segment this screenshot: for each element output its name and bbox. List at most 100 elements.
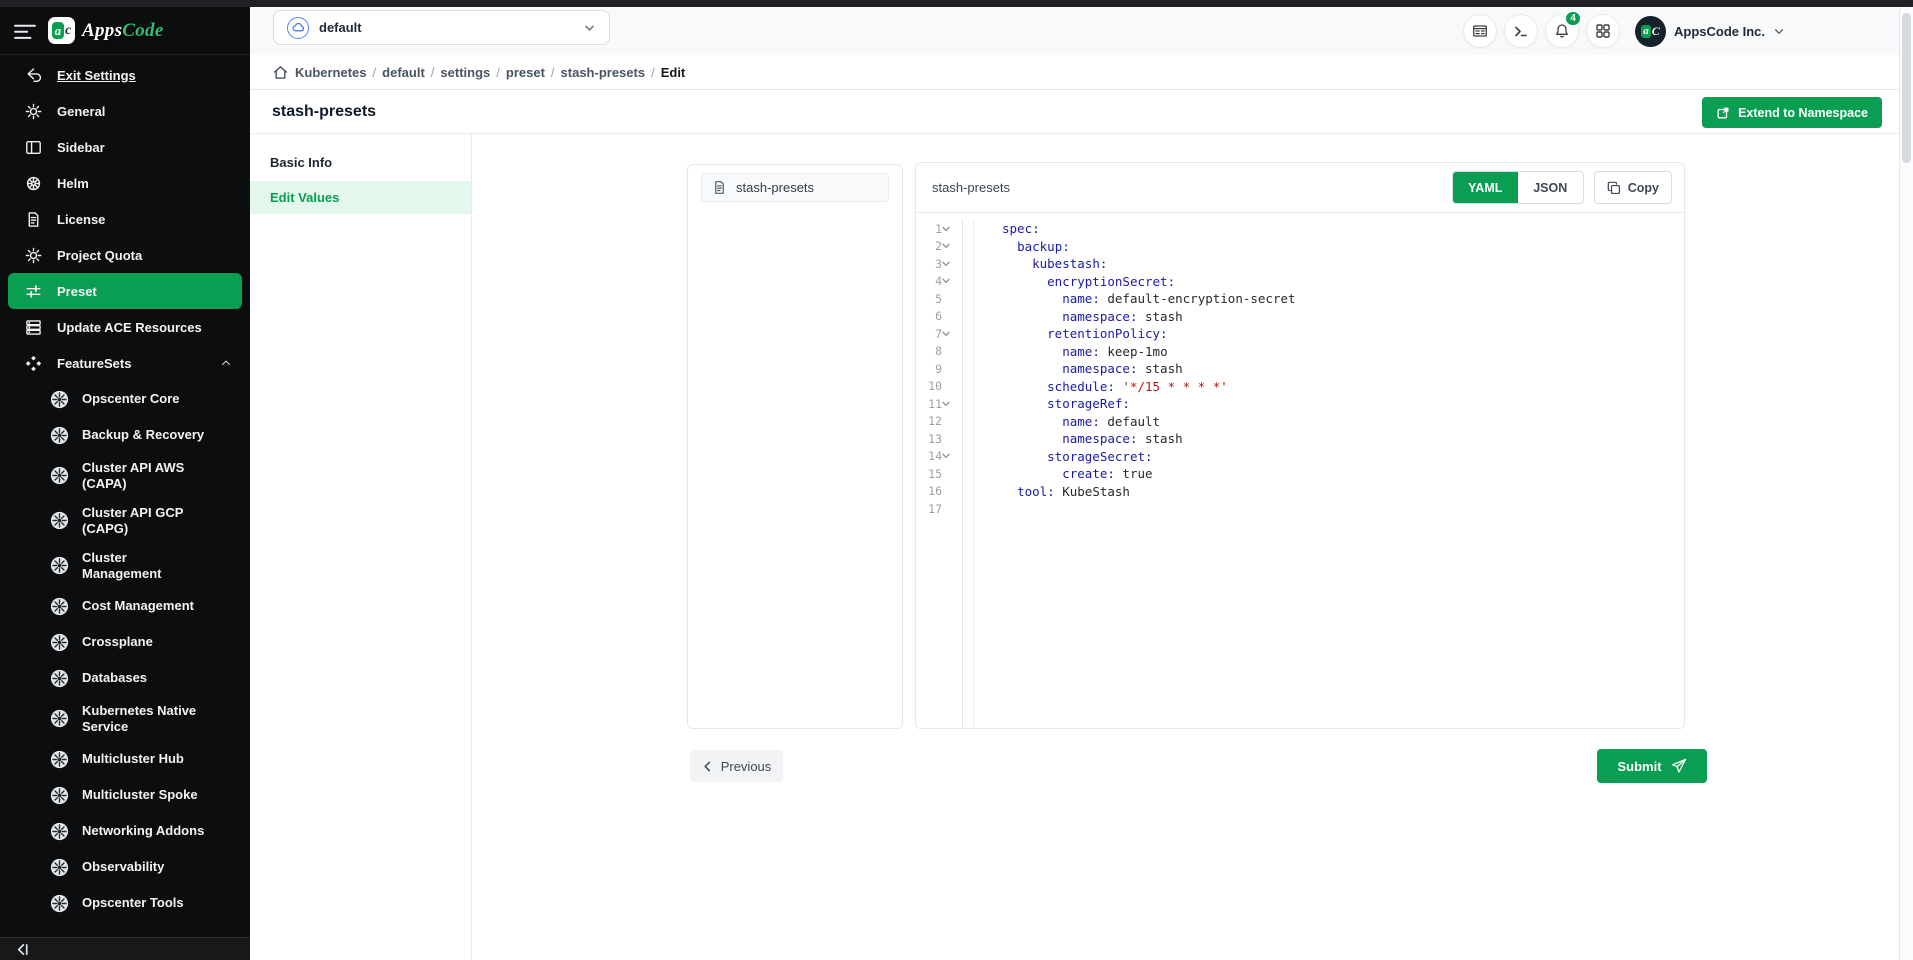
code-line[interactable]: retentionPolicy: — [1002, 325, 1684, 343]
sidebar-item-update-ace-resources[interactable]: Update ACE Resources — [8, 309, 242, 345]
code-line[interactable]: spec: — [1002, 220, 1684, 238]
copy-button[interactable]: Copy — [1594, 171, 1672, 204]
sidebar-item-sidebar[interactable]: Sidebar — [8, 129, 242, 165]
breadcrumb-item-settings[interactable]: settings — [440, 65, 490, 80]
breadcrumb-item-preset[interactable]: preset — [506, 65, 545, 80]
code-line[interactable]: namespace: stash — [1002, 430, 1684, 448]
fold-toggle-icon[interactable] — [942, 261, 958, 267]
tab-basic-info[interactable]: Basic Info — [250, 147, 471, 178]
code-line[interactable]: kubestash: — [1002, 255, 1684, 273]
featureset-item-backup-recovery[interactable]: Backup & Recovery — [0, 417, 250, 453]
fold-toggle-icon[interactable] — [942, 401, 958, 407]
featureset-item-observability[interactable]: Observability — [0, 849, 250, 885]
sidebar-item-helm[interactable]: Helm — [8, 165, 242, 201]
code-token: stash — [1137, 361, 1182, 376]
featureset-item-cost-management[interactable]: Cost Management — [0, 588, 250, 624]
file-item-stash-presets[interactable]: stash-presets — [701, 173, 889, 202]
editor-code-area[interactable]: spec: backup: kubestash: encryptionSecre… — [974, 220, 1684, 728]
breadcrumb-item-kubernetes[interactable]: Kubernetes — [295, 65, 367, 80]
code-token: backup: — [1017, 239, 1070, 254]
fold-toggle-icon[interactable] — [942, 331, 958, 337]
featureset-item-opscenter-core[interactable]: Opscenter Core — [0, 381, 250, 417]
apps-grid-button[interactable] — [1586, 14, 1620, 48]
fold-toggle-icon[interactable] — [942, 278, 958, 284]
sidebar-item-featuresets[interactable]: FeatureSets — [8, 345, 242, 381]
news-button[interactable] — [1463, 14, 1497, 48]
featureset-item-cluster-api-gcp-capg[interactable]: Cluster API GCP (CAPG) — [0, 498, 250, 543]
code-line[interactable]: schedule: '*/15 * * * *' — [1002, 378, 1684, 396]
code-line[interactable]: storageSecret: — [1002, 448, 1684, 466]
featureset-item-networking-addons[interactable]: Networking Addons — [0, 813, 250, 849]
sidebar-collapse-icon[interactable] — [15, 942, 30, 957]
sidebar-item-exit-settings[interactable]: Exit Settings — [8, 57, 242, 93]
chevron-down-icon — [583, 21, 596, 34]
code-token — [1002, 466, 1062, 481]
featureset-item-label: Networking Addons — [82, 823, 204, 839]
fold-toggle-icon[interactable] — [942, 243, 958, 249]
code-line[interactable] — [1002, 500, 1684, 518]
code-token: true — [1115, 466, 1153, 481]
code-line[interactable]: encryptionSecret: — [1002, 273, 1684, 291]
code-token: retentionPolicy: — [1047, 326, 1167, 341]
featureset-item-label: Backup & Recovery — [82, 427, 204, 443]
code-token: spec: — [1002, 221, 1040, 236]
extend-to-namespace-button[interactable]: Extend to Namespace — [1702, 97, 1882, 128]
featureset-item-cluster-management[interactable]: Cluster Management — [0, 543, 250, 588]
gutter-row: 13 — [916, 430, 962, 448]
yaml-toggle-button[interactable]: YAML — [1453, 172, 1518, 203]
notifications-button[interactable]: 4 — [1545, 14, 1579, 48]
sidebar-item-general[interactable]: General — [8, 93, 242, 129]
json-toggle-button[interactable]: JSON — [1518, 172, 1583, 203]
code-token: default-encryption-secret — [1100, 291, 1296, 306]
previous-button[interactable]: Previous — [690, 750, 783, 782]
code-token — [1002, 256, 1032, 271]
code-line[interactable]: namespace: stash — [1002, 360, 1684, 378]
yaml-editor[interactable]: 1234567891011121314151617 spec: backup: … — [916, 213, 1684, 728]
sidebar-item-license[interactable]: License — [8, 201, 242, 237]
line-number: 6 — [916, 309, 942, 323]
fold-toggle-icon[interactable] — [942, 226, 958, 232]
featureset-item-kubernetes-native-service[interactable]: Kubernetes Native Service — [0, 696, 250, 741]
code-line[interactable]: backup: — [1002, 238, 1684, 256]
code-line[interactable]: name: default — [1002, 413, 1684, 431]
cluster-selector[interactable]: default — [273, 10, 610, 45]
fold-toggle-icon[interactable] — [942, 453, 958, 459]
code-line[interactable]: namespace: stash — [1002, 308, 1684, 326]
featureset-item-crossplane[interactable]: Crossplane — [0, 624, 250, 660]
breadcrumb-item-stash-presets[interactable]: stash-presets — [561, 65, 646, 80]
sidebar-item-project-quota[interactable]: Project Quota — [8, 237, 242, 273]
featureset-item-cluster-api-aws-capa[interactable]: Cluster API AWS (CAPA) — [0, 453, 250, 498]
submit-button[interactable]: Submit — [1597, 749, 1707, 783]
featureset-item-databases[interactable]: Databases — [0, 660, 250, 696]
code-line[interactable]: create: true — [1002, 465, 1684, 483]
editor-title: stash-presets — [932, 180, 1010, 195]
code-token: tool: — [1017, 484, 1055, 499]
tab-edit-values[interactable]: Edit Values — [250, 181, 471, 214]
sidebar-item-preset[interactable]: Preset — [8, 273, 242, 309]
featureset-item-opscenter-tools[interactable]: Opscenter Tools — [0, 885, 250, 921]
page-title: stash-presets — [272, 103, 376, 121]
code-line[interactable]: storageRef: — [1002, 395, 1684, 413]
code-line[interactable]: tool: KubeStash — [1002, 483, 1684, 501]
kubernetes-wheel-icon — [50, 786, 69, 805]
scrollbar-thumb[interactable] — [1902, 13, 1911, 163]
sidebar-header: a c AppsCode — [0, 0, 250, 55]
menu-icon[interactable] — [14, 23, 36, 39]
breadcrumb-item-default[interactable]: default — [382, 65, 425, 80]
account-menu[interactable]: aC AppsCode Inc. — [1635, 16, 1785, 47]
line-number: 12 — [916, 414, 942, 428]
gutter-row: 5 — [916, 290, 962, 308]
editor-gutter: 1234567891011121314151617 — [916, 220, 963, 728]
kubernetes-wheel-icon — [50, 858, 69, 877]
appscode-logo[interactable]: a c AppsCode — [48, 17, 164, 44]
code-line[interactable]: name: keep-1mo — [1002, 343, 1684, 361]
featureset-item-multicluster-spoke[interactable]: Multicluster Spoke — [0, 777, 250, 813]
line-number: 1 — [916, 222, 942, 236]
featureset-item-multicluster-hub[interactable]: Multicluster Hub — [0, 741, 250, 777]
copy-button-label: Copy — [1628, 181, 1659, 195]
appscode-logo-icon: a c — [48, 17, 75, 44]
page-scrollbar[interactable] — [1899, 7, 1913, 960]
code-line[interactable]: name: default-encryption-secret — [1002, 290, 1684, 308]
top-header: default 4 — [250, 7, 1899, 55]
terminal-button[interactable] — [1504, 14, 1538, 48]
